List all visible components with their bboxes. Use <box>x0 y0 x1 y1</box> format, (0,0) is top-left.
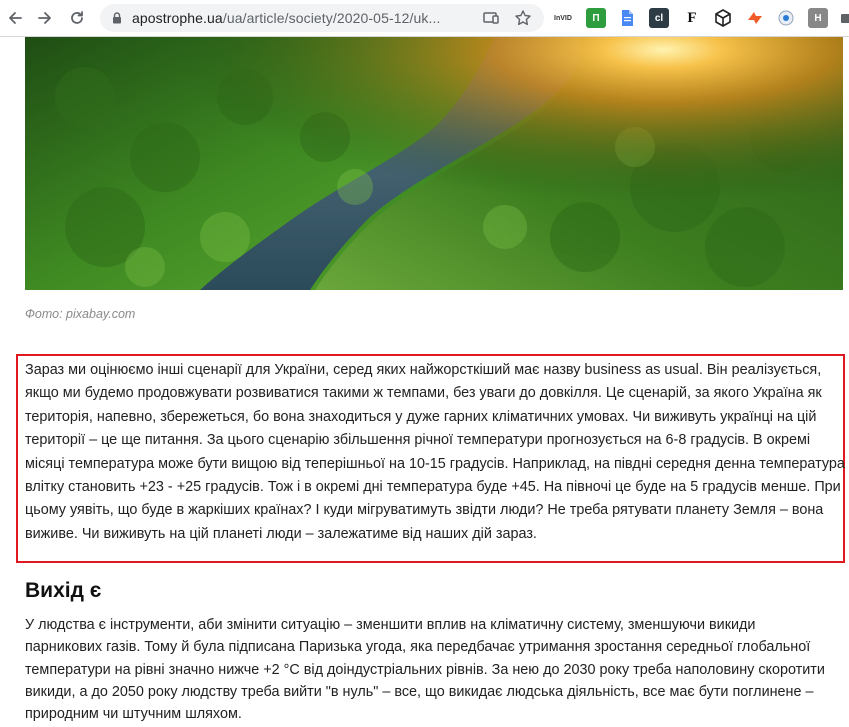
section-paragraph: У людства є інструменти, аби змінити сит… <box>25 617 825 723</box>
arrow-extension-icon[interactable] <box>745 8 765 28</box>
article-hero-image <box>25 37 843 290</box>
privatbank-extension-icon[interactable]: П <box>586 8 606 28</box>
section-heading: Вихід є <box>25 579 102 602</box>
url-text[interactable]: apostrophe.ua/ua/article/society/2020-05… <box>132 10 440 26</box>
extensions-puzzle-icon[interactable] <box>836 8 849 28</box>
reload-icon[interactable] <box>66 7 88 29</box>
invid-extension-icon[interactable]: InVID <box>553 8 573 28</box>
docs-extension-icon[interactable] <box>617 8 637 28</box>
url-host: apostrophe.ua <box>132 10 223 26</box>
cl-extension-icon[interactable]: cl <box>649 8 669 28</box>
photo-caption: Фото: pixabay.com <box>25 307 136 321</box>
privatbank-label: П <box>592 12 600 24</box>
invid-label: InVID <box>554 14 572 22</box>
cube-extension-icon[interactable] <box>713 8 733 28</box>
f-extension-icon[interactable]: F <box>682 8 702 28</box>
h-label: H <box>814 12 822 24</box>
url-path: /ua/article/society/2020-05-12/uk... <box>222 10 441 26</box>
lock-icon[interactable] <box>110 11 124 25</box>
highlighted-paragraph: Зараз ми оцінюємо інші сценарії для Укра… <box>25 362 845 542</box>
forward-arrow-icon[interactable] <box>34 7 56 29</box>
h-extension-icon[interactable]: H <box>808 8 828 28</box>
f-label: F <box>687 9 697 26</box>
back-arrow-icon[interactable] <box>4 7 26 29</box>
cl-label: cl <box>654 12 664 24</box>
address-bar[interactable]: apostrophe.ua/ua/article/society/2020-05… <box>100 4 544 32</box>
bookmark-star-icon[interactable] <box>514 9 532 27</box>
circle-extension-icon[interactable] <box>776 8 796 28</box>
install-app-icon[interactable] <box>482 9 500 27</box>
browser-toolbar: apostrophe.ua/ua/article/society/2020-05… <box>0 0 849 37</box>
